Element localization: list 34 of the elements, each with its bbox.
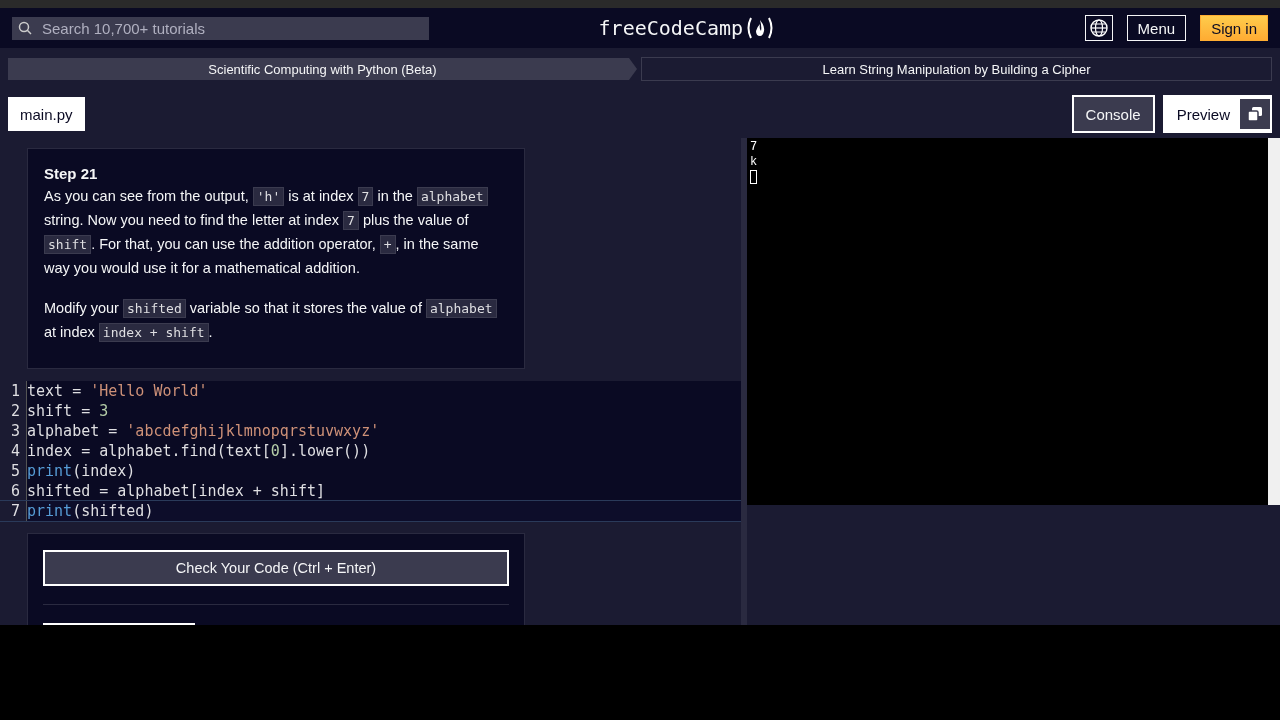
code-line: alphabet = 'abcdefghijklmnopqrstuvwxyz' <box>27 422 380 440</box>
menu-button[interactable]: Menu <box>1126 15 1187 41</box>
code-line: shifted = alphabet[index + shift] <box>27 482 325 500</box>
line-number: 7 <box>0 501 27 521</box>
code-line: print(index) <box>27 462 136 480</box>
line-number: 4 <box>0 441 27 461</box>
search-field[interactable]: Search 10,700+ tutorials <box>12 16 429 40</box>
instruction-text: As you can see from the output, 'h' is at index 7 in the alphabet string. Now you need to find the letter at index 7 plus the value of shift . For that, you can use the addition operator, + , in the same way you would use it for a mathematical addition. <box>44 184 508 280</box>
line-number: 6 <box>0 481 27 501</box>
line-number: 2 <box>0 401 27 421</box>
step-title: Step 21 <box>44 165 99 182</box>
console-line: 7 <box>750 140 759 155</box>
terminal-cursor <box>750 170 757 184</box>
console-line: k <box>750 155 759 170</box>
breadcrumb-link[interactable]: Scientific Computing with Python (Beta) <box>8 58 637 80</box>
panel-tab[interactable]: Preview <box>1162 95 1272 133</box>
code-line: index = alphabet.find(text[0].lower()) <box>27 442 371 460</box>
panel-tab[interactable]: Console <box>1071 95 1155 133</box>
code-editor[interactable]: 1 text = 'Hello World' 2 shift = 3 3 alphabet = 'abcdefghijklmnopqrstuvwxyz' 4 index = alphabet.find(text[0].lower()) 5 print(index) 6 shifted = alphabet[index + shift] 7 print(shifted) <box>0 381 741 521</box>
code-line: shift = 3 <box>27 402 109 420</box>
line-number: 3 <box>0 421 27 441</box>
language-button[interactable] <box>1084 15 1113 41</box>
code-line: text = 'Hello World' <box>27 382 208 400</box>
check-code-button[interactable]: Check Your Code (Ctrl + Enter) <box>43 550 509 586</box>
sign-in-button[interactable]: Sign in <box>1200 15 1268 41</box>
windows-icon <box>1247 106 1263 122</box>
file-tab[interactable]: main.py <box>8 97 85 131</box>
line-number: 5 <box>0 461 27 481</box>
breadcrumb-link[interactable]: Learn String Manipulation by Building a Cipher <box>641 57 1272 81</box>
code-line: print(shifted) <box>27 502 154 520</box>
globe-icon <box>1089 19 1108 37</box>
site-logo[interactable]: freeCodeCamp <box>598 16 744 40</box>
line-number: 1 <box>0 381 27 401</box>
instruction-text: Modify your shifted variable so that it stores the value of alphabet at index index + shift . <box>44 296 508 344</box>
